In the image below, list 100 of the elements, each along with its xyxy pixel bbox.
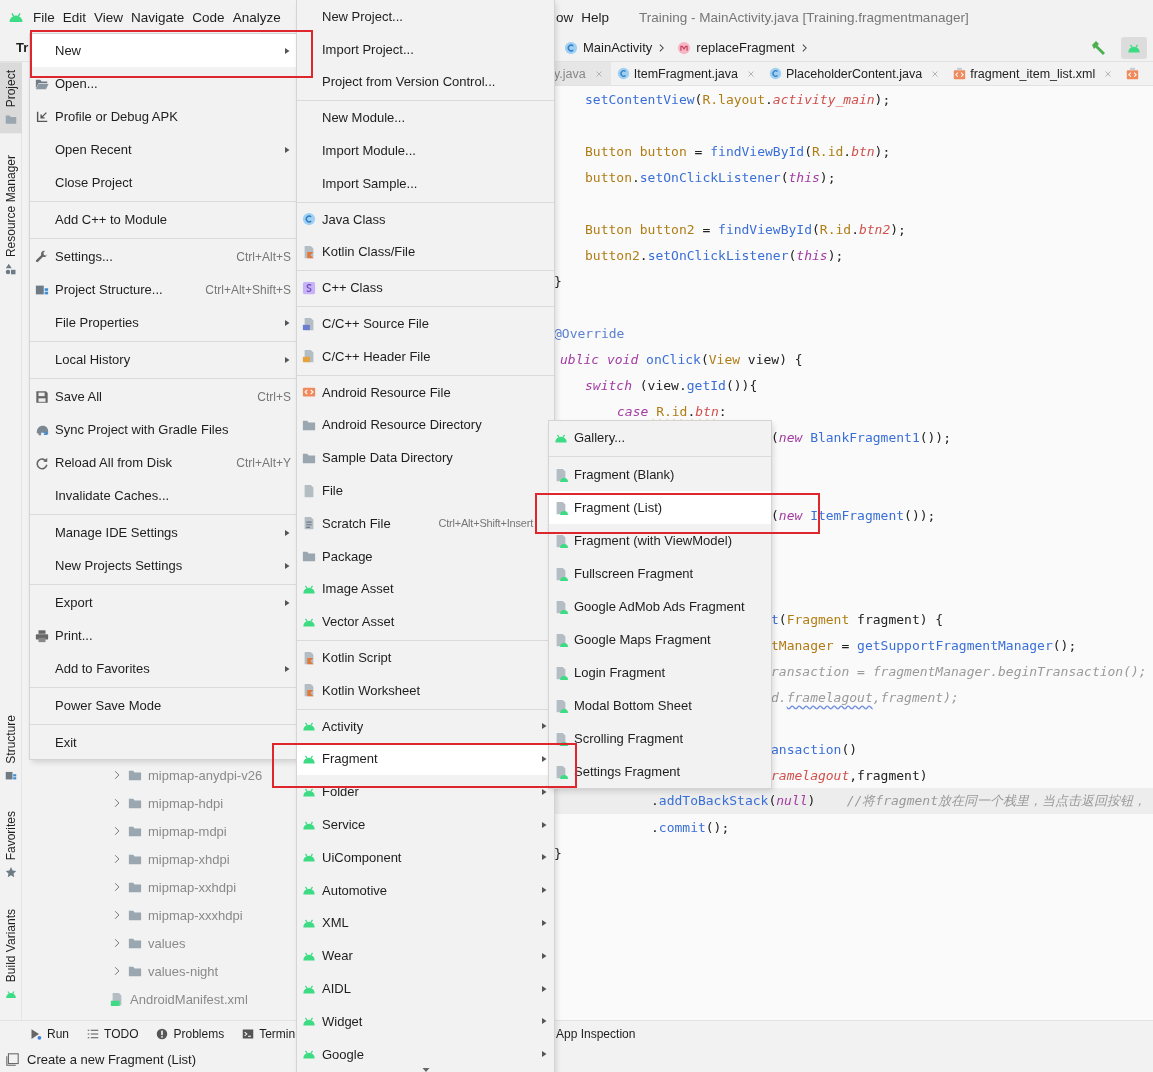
menu-item[interactable]: Widget [297,1004,554,1038]
menu-item[interactable]: Android Resource File [297,375,554,409]
menu-item[interactable]: New [30,34,297,67]
code-line: } [554,845,562,861]
menu-item[interactable]: Reload All from Disk Ctrl+Alt+Y [30,446,297,479]
menu-item[interactable]: New Projects Settings [30,549,297,582]
submenu-arrow-icon [283,145,291,154]
side-tab[interactable]: Favorites [0,803,22,887]
header-file-icon [302,349,316,364]
menu-item[interactable]: Local History [30,343,297,376]
menu-item[interactable]: Close Project [30,166,297,199]
hammer-icon[interactable] [1090,39,1106,56]
menu-item[interactable]: C/C++ Source File [297,307,554,340]
menu-item[interactable]: C++ Class [297,271,554,305]
close-icon[interactable] [593,68,604,79]
xml-file-icon[interactable] [1126,67,1140,80]
menu-item[interactable]: Settings... Ctrl+Alt+S [30,240,297,273]
menu-bar-item[interactable]: Analyze [228,6,285,28]
close-icon[interactable] [930,68,941,79]
menu-item[interactable]: Print... [30,619,297,652]
menu-item[interactable]: Add to Favorites [30,652,297,685]
shortcut-text: Ctrl+S [257,389,291,404]
menu-item[interactable]: Exit [30,726,297,759]
menu-item[interactable]: AIDL [297,972,554,1005]
menu-item[interactable]: Wear [297,939,554,973]
menu-item[interactable]: Power Save Mode [30,689,297,722]
breadcrumb[interactable]: replaceFragment [696,40,795,55]
menu-item[interactable]: Service [297,808,554,841]
script-file-icon [302,244,316,259]
side-tab[interactable]: Resource Manager [0,147,22,284]
side-tab[interactable]: Structure [0,706,22,790]
menu-item[interactable]: Kotlin Class/File [297,235,554,269]
menu-item[interactable]: C/C++ Header File [297,339,554,373]
submenu-arrow-icon [540,951,548,960]
menu-item[interactable]: Import Sample... [297,167,554,200]
tool-window-button[interactable]: Termin [242,1026,296,1041]
tool-window-button[interactable]: TODO [87,1026,139,1041]
panel-toggle-icon[interactable] [6,1052,19,1066]
menu-item[interactable]: Manage IDE Settings [30,516,297,549]
submenu-arrow-icon [283,598,291,607]
menu-bar-item[interactable]: File [29,6,59,28]
menu-item[interactable]: Google [297,1037,554,1071]
menu-item[interactable]: New Module... [297,101,554,135]
close-icon[interactable] [745,68,756,79]
menu-bar-item[interactable]: Navigate [127,6,189,28]
menu-item[interactable]: Export [30,586,297,619]
terminal-icon [242,1027,255,1040]
menu-item[interactable]: Java Class [297,202,554,236]
menu-item[interactable]: Sync Project with Gradle Files [30,413,297,446]
code-line: t(Fragment fragment) { [771,611,944,627]
fragment-file-icon [554,731,568,746]
code-line: .commit(); [651,819,730,835]
close-icon[interactable] [1103,68,1114,79]
menu-item[interactable]: New Project... [297,0,554,33]
menu-item[interactable]: XML [297,906,554,940]
menu-bar-item[interactable]: ow [552,6,578,28]
editor-tab[interactable]: fragment_item_list.xml [970,66,1096,81]
code-line: ublic void onClick(View view) { [560,351,803,367]
class-icon [564,40,578,55]
tool-window-button[interactable]: Run [30,1026,69,1041]
xml-file-icon[interactable] [953,67,967,80]
tool-window-button[interactable]: App Inspection [556,1026,636,1041]
menu-item[interactable]: Profile or Debug APK [30,100,297,133]
code-line: } [554,273,562,289]
side-tab[interactable]: Project [0,62,22,134]
code-line: button2.setOnClickListener(this); [585,247,844,263]
editor-tab[interactable]: PlaceholderContent.java [785,66,923,81]
submenu-arrow-icon [540,722,548,731]
class-icon[interactable] [616,67,630,80]
menu-item[interactable]: Import Module... [297,134,554,167]
menu-item[interactable]: Automotive [297,873,554,907]
folder-icon [302,549,316,564]
menu-item[interactable]: Project Structure... Ctrl+Alt+Shift+S [30,273,297,306]
menu-item[interactable]: Import Project... [297,32,554,66]
menu-item[interactable]: Fragment (List) [549,491,771,524]
menu-item[interactable]: Project from Version Control... [297,65,554,99]
code-line: @Override [554,325,625,341]
menu-bar-item[interactable]: Help [577,6,614,28]
menu-bar-item[interactable]: Edit [58,6,91,28]
breadcrumb[interactable]: MainActivity [583,40,653,55]
editor-tab[interactable]: ItemFragment.java [633,66,738,81]
menu-item[interactable]: Add C++ to Module [30,203,297,236]
menu-bar-item[interactable]: View [90,6,128,28]
side-tab[interactable]: Build Variants [0,900,22,1008]
menu-item[interactable]: Open... [30,67,297,100]
menu-item[interactable]: UiComponent [297,840,554,874]
submenu-arrow-icon [540,787,548,796]
menu-item[interactable]: File Properties [30,306,297,339]
shortcut-text: Ctrl+Alt+S [236,249,291,264]
folder-icon [128,768,142,782]
menu-item[interactable]: Save All Ctrl+S [30,380,297,413]
source-file-icon [302,316,316,331]
tool-window-button[interactable]: Problems [156,1026,225,1041]
menu-item[interactable]: Open Recent [30,133,297,166]
menu-bar-item[interactable]: Code [188,6,229,28]
window-title: Training - MainActivity.java [Training.fragmentmanager] [639,9,969,25]
status-message: Create a new Fragment (List) [27,1051,197,1067]
class-icon[interactable] [768,67,782,80]
menu-item[interactable]: Invalidate Caches... [30,479,297,512]
folder-icon [5,113,17,126]
